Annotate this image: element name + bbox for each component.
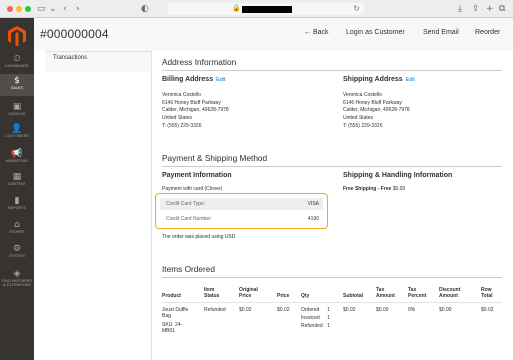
sidebar-item-dashboard[interactable]: ⏲ Dashboard (0, 54, 34, 76)
credit-card-details-highlight: Credit Card Type: VISA Credit Card Numbe… (155, 193, 328, 229)
sidebar-item-stores[interactable]: ⌂ Stores (0, 220, 34, 242)
col-price: Price (277, 293, 290, 299)
cube-icon: ▣ (12, 102, 22, 112)
redacted-url (242, 6, 292, 13)
reorder-button[interactable]: Reorder (475, 29, 500, 36)
admin-sidebar: ⏲ Dashboard $ Sales ▣ Catalog 👤 Customer… (0, 18, 34, 360)
col-qty: Qty (301, 293, 310, 299)
col-row-total: Row Total (481, 287, 493, 299)
shipping-address-title: Shipping Address Edit (343, 76, 415, 83)
row-subtotal: $0.02 (343, 307, 356, 313)
download-icon[interactable]: ⤓ (458, 3, 462, 15)
row-original-price: $0.02 (239, 307, 252, 313)
new-tab-icon[interactable]: + (486, 3, 494, 15)
payment-method-text: Payment with card (Clover) (162, 186, 223, 192)
col-subtotal: Subtotal (343, 293, 363, 299)
shipping-edit-link[interactable]: Edit (406, 77, 415, 83)
sidebar-item-reports[interactable]: ▮ Reports (0, 196, 34, 218)
tab-transactions[interactable]: Transactions (53, 55, 87, 61)
tab-overview-icon[interactable]: ⧉ (499, 3, 505, 15)
row-qty: Ordered 1 Invoiced 1 Refunded 1 (301, 307, 330, 329)
page-title: #000000004 (40, 27, 109, 41)
row-tax-percent: 0% (408, 307, 416, 313)
send-email-button[interactable]: Send Email (423, 29, 459, 36)
layout-icon: ▦ (12, 172, 22, 182)
content-divider (151, 51, 152, 360)
forward-arrow-icon[interactable]: › (76, 3, 80, 15)
speedometer-icon: ⏲ (13, 54, 21, 64)
login-as-customer-button[interactable]: Login as Customer (346, 29, 405, 36)
sidebar-item-content[interactable]: ▦ Content (0, 172, 34, 194)
col-tax-percent: Tax Percent (408, 287, 427, 299)
sidebar-item-catalog[interactable]: ▣ Catalog (0, 102, 34, 124)
payment-shipping-title: Payment & Shipping Method (162, 153, 268, 163)
sidebar-item-sales[interactable]: $ Sales (0, 74, 34, 96)
billing-address-title: Billing Address Edit (162, 76, 226, 83)
items-ordered-title: Items Ordered (162, 264, 216, 274)
address-information-title: Address Information (162, 57, 237, 67)
col-tax-amount: Tax Amount (376, 287, 395, 299)
store-icon: ⌂ (14, 220, 20, 230)
reload-icon[interactable]: ↻ (353, 4, 360, 13)
sidebar-item-marketing[interactable]: 📢 Marketing (0, 149, 34, 171)
minimize-window-button[interactable] (16, 6, 22, 12)
table-header-divider (162, 302, 502, 303)
gear-icon: ⚙ (12, 244, 22, 254)
section-divider (162, 166, 502, 167)
billing-address-block: Veronica Costello 6146 Honey Bluff Parkw… (162, 92, 229, 129)
browser-toolbar: ▭ ⌄ ‹ › ◐ 🔒 ↻ ⤓ ⇪ + ⧉ (0, 0, 513, 18)
section-divider (162, 70, 502, 71)
billing-edit-link[interactable]: Edit (216, 77, 225, 83)
sidebar-item-customers[interactable]: 👤 Customers (0, 124, 34, 146)
shipping-handling-title: Shipping & Handling Information (343, 172, 453, 179)
lock-icon: 🔒 (232, 5, 241, 12)
page-header: #000000004 ← Back Login as Customer Send… (34, 18, 513, 51)
col-original-price: Original Price (239, 287, 258, 299)
sidebar-item-system[interactable]: ⚙ System (0, 244, 34, 266)
col-discount-amount: Discount Amount (439, 287, 461, 299)
row-price: $0.02 (277, 307, 290, 313)
row-discount: $0.00 (439, 307, 452, 313)
sidebar-toggle-icon[interactable]: ▭ (37, 3, 46, 15)
row-product: Joust Duffle Bag SKU: 24- MB01 (162, 307, 189, 334)
shipping-method-text: Free Shipping - Free $0.00 (343, 186, 406, 192)
maximize-window-button[interactable] (25, 6, 31, 12)
back-arrow-icon[interactable]: ‹ (63, 3, 67, 15)
col-product: Product (162, 293, 181, 299)
bar-chart-icon: ▮ (14, 196, 20, 206)
order-tabs-panel: Transactions (45, 51, 151, 72)
close-window-button[interactable] (7, 6, 13, 12)
section-divider (162, 277, 502, 278)
card-number-value: 4190 (307, 216, 319, 222)
chevron-down-icon[interactable]: ⌄ (49, 3, 57, 15)
sidebar-item-find-partners[interactable]: ◈ Find Partners & Extensions (0, 269, 34, 293)
row-tax-amount: $0.00 (376, 307, 389, 313)
payment-information-title: Payment Information (162, 172, 232, 179)
back-button[interactable]: ← Back (304, 29, 329, 36)
megaphone-icon: 📢 (11, 149, 23, 159)
row-status: Refunded (204, 307, 226, 313)
shipping-address-block: Veronica Costello 6146 Honey Bluff Parkw… (343, 92, 410, 129)
magento-logo-icon[interactable] (8, 26, 26, 46)
address-bar[interactable]: 🔒 ↻ (168, 3, 364, 15)
currency-note: The order was placed using USD. (162, 234, 237, 240)
col-item-status: Item Status (204, 287, 220, 299)
arrow-left-icon: ← (304, 29, 313, 36)
card-number-row: Credit Card Number: 4190 (160, 213, 323, 225)
share-icon[interactable]: ⇪ (472, 3, 480, 15)
person-icon: 👤 (11, 124, 23, 134)
dollar-icon: $ (14, 76, 20, 86)
blocks-icon: ◈ (13, 269, 21, 279)
row-total: $0.02 (481, 307, 494, 313)
card-type-value: VISA (307, 201, 319, 207)
shield-icon[interactable]: ◐ (141, 3, 149, 15)
card-type-row: Credit Card Type: VISA (160, 198, 323, 210)
